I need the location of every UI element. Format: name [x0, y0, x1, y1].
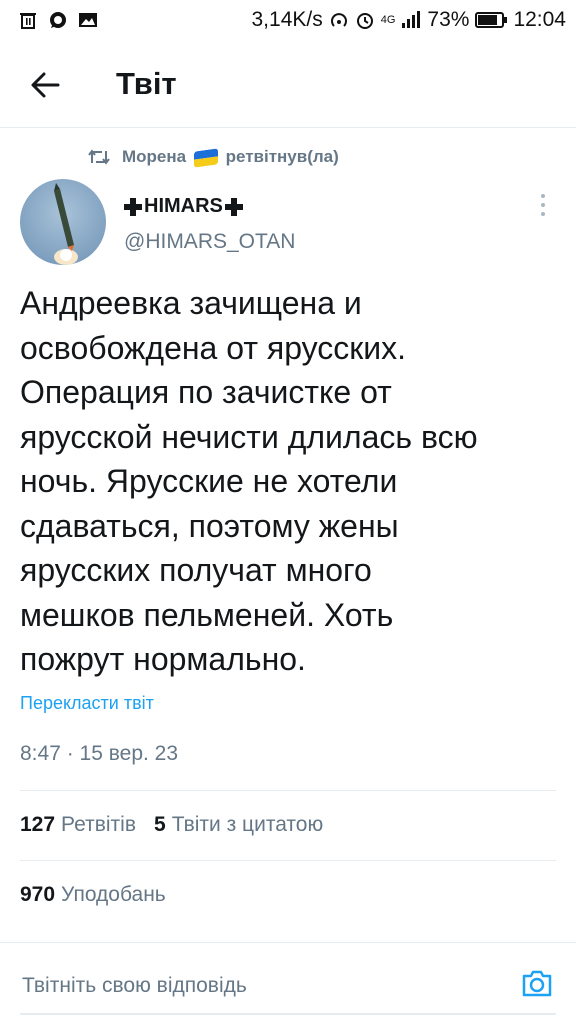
tweet-line: ярусских получат много — [20, 552, 372, 588]
net-speed: 3,14K/s — [251, 8, 323, 31]
divider — [0, 942, 576, 943]
alarm-icon — [356, 13, 373, 29]
battery-icon — [475, 12, 508, 28]
hotspot-icon — [330, 13, 347, 27]
more-options-icon[interactable] — [533, 192, 553, 218]
missile-launch-image — [54, 183, 78, 265]
translate-tweet-link[interactable]: Перекласти твіт — [20, 693, 154, 714]
status-left-icons — [18, 10, 98, 30]
divider — [20, 790, 556, 791]
status-right: 3,14K/s 4G 73% 12:04 — [252, 8, 567, 32]
signal-icon — [402, 11, 421, 28]
tweet-line: ярусской нечисти длилась всю — [20, 418, 478, 455]
page-title: Твіт — [116, 66, 177, 101]
top-app-bar: Твіт — [0, 40, 576, 128]
reply-input[interactable] — [22, 970, 492, 1002]
battery-percent: 73% — [427, 8, 470, 31]
divider — [20, 860, 556, 861]
cross-icon — [224, 197, 243, 216]
tweet-line: Андреевка зачищена и — [20, 285, 362, 321]
camera-icon[interactable] — [520, 966, 554, 1000]
ukraine-flag-icon — [193, 147, 218, 168]
author-name[interactable]: HIMARS — [124, 195, 243, 218]
image-icon — [79, 13, 97, 27]
retweets-stat[interactable]: 127 Ретвітів — [20, 813, 136, 837]
likes-stat[interactable]: 970 Уподобань — [20, 883, 166, 907]
retweeter-name[interactable]: Морена ретвітнув(ла) — [122, 147, 339, 168]
reply-underline — [20, 1013, 556, 1015]
tweet-line: мешков пельменей. Хоть — [20, 596, 394, 633]
whatsapp-icon — [50, 12, 66, 28]
retweet-icon — [88, 149, 110, 165]
tweet-line: освобождена от ярусских. — [20, 329, 407, 366]
tweet-timestamp: 8:47 · 15 вер. 23 — [20, 742, 179, 765]
retweet-notice: Морена ретвітнув(ла) — [88, 147, 339, 168]
tweet-line: пожрут нормально. — [20, 641, 306, 677]
quote-tweets-stat[interactable]: 5 Твіти з цитатою — [154, 813, 323, 837]
status-bar: 3,14K/s 4G 73% 12:04 — [0, 0, 576, 40]
tweet-line: ночь. Ярусские не хотели — [20, 463, 398, 499]
tweet-line: сдаваться, поэтому жены — [20, 507, 399, 544]
tweet-text: Андреевка зачищена и освобождена от ярус… — [20, 281, 560, 682]
tweet-stats: 127 Ретвітів 5 Твіти з цитатою — [20, 813, 323, 837]
net-type: 4G — [380, 14, 396, 26]
cross-icon — [124, 197, 142, 216]
clock: 12:04 — [513, 8, 566, 31]
author-handle[interactable]: @HIMARS_OTAN — [124, 230, 295, 254]
avatar[interactable] — [20, 179, 106, 265]
tweet-line: Операция по зачистке от — [20, 374, 392, 410]
trash-icon — [20, 13, 36, 29]
arrow-left-icon[interactable] — [28, 68, 62, 102]
